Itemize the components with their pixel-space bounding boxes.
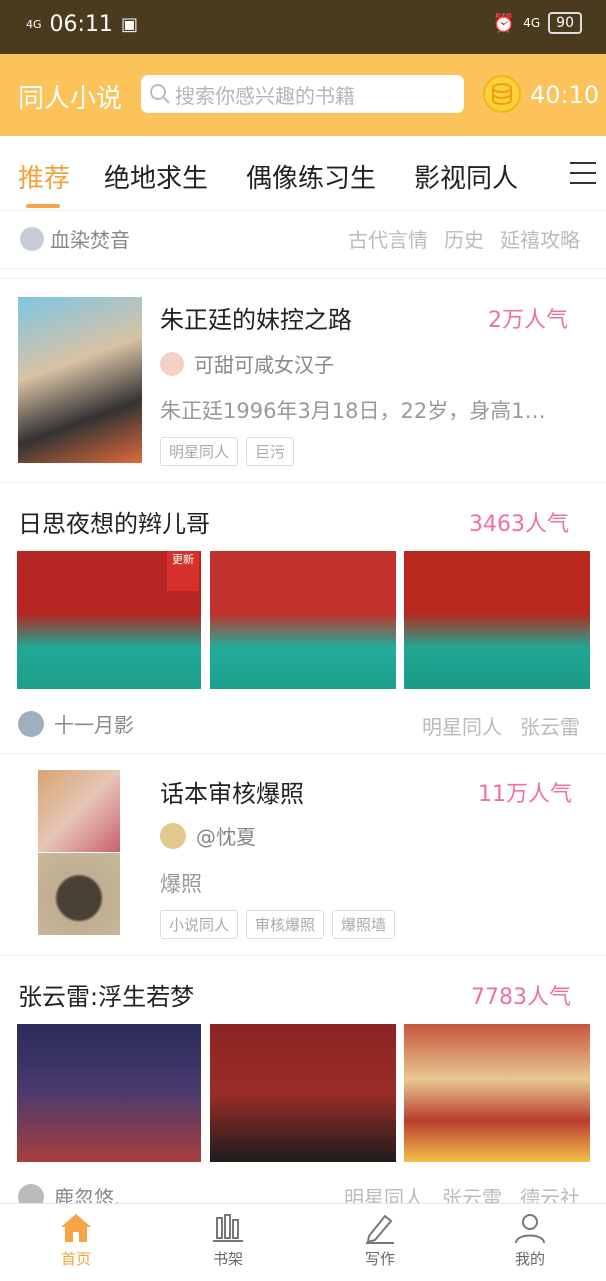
- tab-film-fanfic[interactable]: 影视同人: [414, 158, 518, 195]
- nav-label: 书架: [212, 1250, 243, 1268]
- tag[interactable]: 巨污: [246, 437, 295, 466]
- signal-icon: 4G: [26, 18, 42, 31]
- cover-image: [18, 297, 142, 463]
- popularity-count: 7783人气: [471, 985, 571, 1010]
- novel-title: 朱正廷的妹控之路: [160, 306, 352, 334]
- home-icon: [61, 1214, 91, 1242]
- bookshelf-icon: [213, 1214, 243, 1242]
- popularity-count: 2万人气: [488, 308, 568, 333]
- partial-card-footer[interactable]: 血染焚音 古代言情 历史 延禧攻略: [0, 210, 606, 269]
- user-icon: [515, 1214, 545, 1244]
- nav-write[interactable]: 写作: [330, 1212, 430, 1269]
- category-tabs: 推荐 绝地求生 偶像练习生 影视同人 E: [0, 136, 606, 211]
- signal-label: 4G: [26, 18, 42, 31]
- tab-idol-producer[interactable]: 偶像练习生: [246, 158, 376, 195]
- battery-indicator: 90: [548, 12, 582, 34]
- novel-description: 朱正廷1996年3月18日，22岁，身高1…: [160, 399, 546, 423]
- author-name: @忱夏: [196, 825, 256, 849]
- popularity-count: 3463人气: [469, 512, 569, 537]
- update-badge: 更新: [167, 551, 199, 591]
- cover-image: [38, 770, 120, 852]
- notification-icon: ▣: [120, 14, 138, 35]
- image-thumbnail: [210, 1024, 396, 1162]
- tag[interactable]: 小说同人: [160, 910, 239, 939]
- active-tab-indicator: [26, 204, 60, 208]
- coin-icon[interactable]: [482, 74, 522, 114]
- cover-image: [38, 853, 120, 935]
- novel-description: 爆照: [160, 872, 202, 896]
- nav-profile[interactable]: 我的: [480, 1212, 580, 1269]
- nav-bookshelf[interactable]: 书架: [178, 1212, 278, 1269]
- tag[interactable]: 张云雷: [520, 711, 580, 740]
- tag[interactable]: 明星同人: [422, 711, 502, 740]
- popularity-count: 11万人气: [478, 782, 572, 807]
- alarm-icon: ⏰: [492, 12, 516, 34]
- status-time: 06:11: [49, 12, 113, 37]
- divider: [0, 753, 606, 754]
- author-name: 可甜可咸女汉子: [194, 353, 334, 377]
- nav-label: 写作: [364, 1250, 395, 1268]
- tag[interactable]: 审核爆照: [246, 910, 325, 939]
- tag[interactable]: 爆照墙: [332, 910, 396, 939]
- search-input[interactable]: 搜索你感兴趣的书籍: [141, 75, 464, 113]
- search-placeholder: 搜索你感兴趣的书籍: [175, 83, 355, 108]
- tab-menu-button[interactable]: [556, 136, 606, 210]
- image-thumbnail: [404, 551, 590, 689]
- image-thumbnail: 更新: [17, 551, 201, 689]
- novel-title: 张云雷:浮生若梦: [18, 983, 195, 1011]
- tag[interactable]: 历史: [444, 224, 484, 253]
- nav-home[interactable]: 首页: [26, 1212, 126, 1269]
- author-name: 十一月影: [54, 713, 134, 737]
- avatar: [20, 226, 44, 251]
- author-name: 血染焚音: [50, 228, 130, 252]
- avatar: [18, 710, 44, 737]
- app-title: 同人小说: [18, 84, 123, 114]
- divider: [0, 278, 606, 279]
- avatar: [160, 822, 186, 849]
- bottom-nav: 首页 书架 写作 我的: [0, 1203, 606, 1281]
- tag[interactable]: 古代言情: [348, 224, 428, 253]
- coin-count: 40:10: [530, 81, 600, 109]
- tag[interactable]: 明星同人: [160, 437, 239, 466]
- divider: [0, 482, 606, 483]
- tab-recommend[interactable]: 推荐: [18, 158, 70, 195]
- pen-icon: [366, 1214, 394, 1244]
- image-thumbnail: [210, 551, 396, 689]
- network-label: 4G: [523, 16, 541, 30]
- menu-icon: [570, 162, 596, 184]
- status-bar: 4G 06:11 ▣ ⏰ 4G 90: [0, 0, 606, 54]
- image-thumbnail: [404, 1024, 590, 1162]
- novel-title: 日思夜想的辫儿哥: [18, 510, 210, 538]
- divider: [0, 955, 606, 956]
- image-thumbnail: [17, 1024, 201, 1162]
- nav-label: 我的: [514, 1250, 545, 1268]
- nav-label: 首页: [60, 1250, 91, 1268]
- tab-pubg[interactable]: 绝地求生: [104, 158, 208, 195]
- novel-title: 话本审核爆照: [160, 780, 304, 808]
- top-bar: 同人小说 搜索你感兴趣的书籍 40:10: [0, 54, 606, 136]
- search-icon: [150, 84, 170, 104]
- tag[interactable]: 延禧攻略: [500, 224, 580, 253]
- avatar: [160, 351, 184, 376]
